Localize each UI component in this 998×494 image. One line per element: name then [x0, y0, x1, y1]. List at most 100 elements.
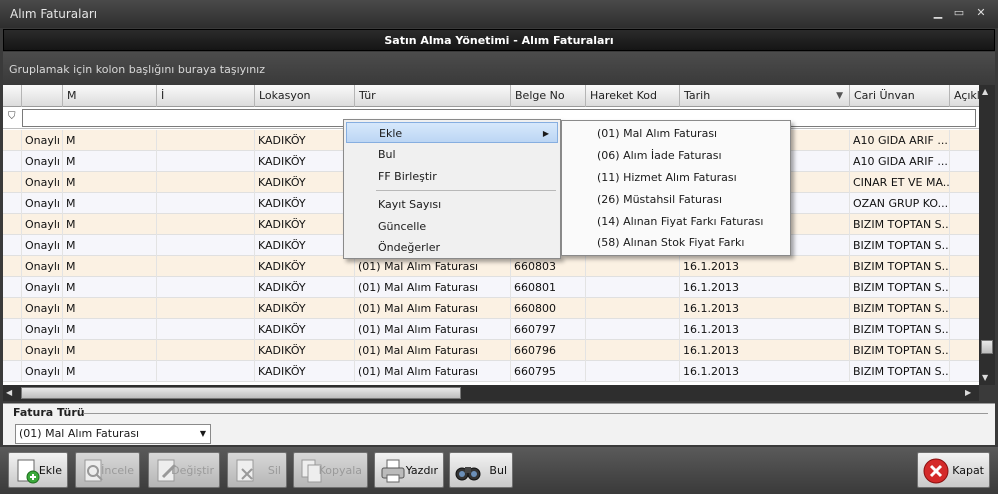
column-header-tarih[interactable]: Tarih ▼: [680, 85, 850, 107]
horizontal-scrollbar[interactable]: ◀ ▶: [3, 385, 979, 401]
cell-lokasyon[interactable]: KADIKÖY: [255, 235, 355, 256]
cell-m[interactable]: M: [63, 193, 157, 214]
cell-cari-unvan[interactable]: BIZIM TOPTAN S...: [850, 298, 950, 319]
cell-cari-unvan[interactable]: BIZIM TOPTAN S...: [850, 256, 950, 277]
cell-cari-unvan[interactable]: BIZIM TOPTAN S...: [850, 319, 950, 340]
cell-m[interactable]: M: [63, 130, 157, 151]
cell-cari-unvan[interactable]: BIZIM TOPTAN S...: [850, 277, 950, 298]
vertical-scroll-thumb[interactable]: [981, 340, 993, 354]
row-indicator[interactable]: [3, 277, 22, 298]
cell-i[interactable]: [157, 361, 255, 382]
row-indicator[interactable]: [3, 319, 22, 340]
cell-tur[interactable]: (01) Mal Alım Faturası: [355, 277, 511, 298]
fatura-turu-select[interactable]: (01) Mal Alım Faturası ▼: [15, 424, 211, 444]
cell-belge-no[interactable]: 660803: [511, 256, 586, 277]
row-indicator[interactable]: [3, 151, 22, 172]
row-indicator[interactable]: [3, 214, 22, 235]
vertical-scrollbar[interactable]: ▲ ▼: [979, 85, 995, 385]
row-indicator[interactable]: [3, 235, 22, 256]
cell-tur[interactable]: (01) Mal Alım Faturası: [355, 361, 511, 382]
submenu-item-stok-fiyat-farki[interactable]: (58) Alınan Stok Fiyat Farkı: [564, 232, 788, 254]
cell-lokasyon[interactable]: KADIKÖY: [255, 151, 355, 172]
cell-m[interactable]: M: [63, 256, 157, 277]
cell-aciklama[interactable]: [950, 214, 979, 235]
degistir-button[interactable]: Değiştir: [148, 452, 220, 488]
menu-item-ff-birlestir[interactable]: FF Birleştir: [346, 166, 558, 187]
cell-i[interactable]: [157, 151, 255, 172]
cell-tur[interactable]: (01) Mal Alım Faturası: [355, 319, 511, 340]
cell-i[interactable]: [157, 172, 255, 193]
cell-lokasyon[interactable]: KADIKÖY: [255, 340, 355, 361]
column-header-hareket-kod[interactable]: Hareket Kod: [586, 85, 680, 107]
cell-lokasyon[interactable]: KADIKÖY: [255, 277, 355, 298]
cell-m[interactable]: M: [63, 277, 157, 298]
cell-lokasyon[interactable]: KADIKÖY: [255, 130, 355, 151]
cell-durum[interactable]: Onaylı: [22, 277, 63, 298]
ekle-button[interactable]: Ekle: [8, 452, 68, 488]
table-row[interactable]: Onaylı M KADIKÖY (01) Mal Alım Faturası 6607…: [3, 319, 979, 340]
column-header-i[interactable]: İ: [157, 85, 255, 107]
cell-belge-no[interactable]: 660800: [511, 298, 586, 319]
maximize-icon[interactable]: ▭: [951, 6, 967, 20]
cell-m[interactable]: M: [63, 214, 157, 235]
cell-lokasyon[interactable]: KADIKÖY: [255, 298, 355, 319]
cell-cari-unvan[interactable]: OZAN GRUP KO...: [850, 193, 950, 214]
cell-aciklama[interactable]: [950, 298, 979, 319]
cell-tarih[interactable]: 16.1.2013: [680, 277, 850, 298]
cell-belge-no[interactable]: 660796: [511, 340, 586, 361]
cell-lokasyon[interactable]: KADIKÖY: [255, 256, 355, 277]
cell-aciklama[interactable]: [950, 193, 979, 214]
kopyala-button[interactable]: Kopyala: [293, 452, 368, 488]
cell-cari-unvan[interactable]: CINAR ET VE MA...: [850, 172, 950, 193]
cell-i[interactable]: [157, 298, 255, 319]
cell-i[interactable]: [157, 256, 255, 277]
cell-cari-unvan[interactable]: BIZIM TOPTAN S...: [850, 214, 950, 235]
cell-durum[interactable]: Onaylı: [22, 193, 63, 214]
cell-i[interactable]: [157, 277, 255, 298]
submenu-item-hizmet-alim[interactable]: (11) Hizmet Alım Faturası: [564, 167, 788, 189]
cell-cari-unvan[interactable]: BIZIM TOPTAN S...: [850, 235, 950, 256]
cell-lokasyon[interactable]: KADIKÖY: [255, 193, 355, 214]
cell-cari-unvan[interactable]: A10 GIDA ARIF ...: [850, 151, 950, 172]
table-row[interactable]: Onaylı M KADIKÖY (01) Mal Alım Faturası 6608…: [3, 277, 979, 298]
group-by-panel[interactable]: Gruplamak için kolon başlığını buraya ta…: [3, 52, 995, 85]
scroll-right-icon[interactable]: ▶: [965, 388, 971, 397]
cell-i[interactable]: [157, 340, 255, 361]
cell-tur[interactable]: (01) Mal Alım Faturası: [355, 340, 511, 361]
cell-aciklama[interactable]: [950, 277, 979, 298]
cell-hareket-kod[interactable]: [586, 340, 680, 361]
cell-durum[interactable]: Onaylı: [22, 172, 63, 193]
menu-item-kayit-sayisi[interactable]: Kayıt Sayısı: [346, 194, 558, 215]
cell-hareket-kod[interactable]: [586, 298, 680, 319]
cell-durum[interactable]: Onaylı: [22, 256, 63, 277]
column-header-tur[interactable]: Tür: [355, 85, 511, 107]
cell-durum[interactable]: Onaylı: [22, 235, 63, 256]
submenu-item-alim-iade[interactable]: (06) Alım İade Faturası: [564, 145, 788, 167]
cell-hareket-kod[interactable]: [586, 319, 680, 340]
scroll-down-icon[interactable]: ▼: [982, 373, 988, 382]
cell-durum[interactable]: Onaylı: [22, 130, 63, 151]
cell-aciklama[interactable]: [950, 172, 979, 193]
table-row[interactable]: Onaylı M KADIKÖY (01) Mal Alım Faturası 6608…: [3, 256, 979, 277]
cell-cari-unvan[interactable]: A10 GIDA ARIF ...: [850, 130, 950, 151]
scroll-left-icon[interactable]: ◀: [6, 388, 12, 397]
cell-aciklama[interactable]: [950, 319, 979, 340]
cell-tarih[interactable]: 16.1.2013: [680, 340, 850, 361]
cell-aciklama[interactable]: [950, 361, 979, 382]
cell-belge-no[interactable]: 660801: [511, 277, 586, 298]
cell-m[interactable]: M: [63, 172, 157, 193]
menu-item-bul[interactable]: Bul: [346, 144, 558, 165]
cell-durum[interactable]: Onaylı: [22, 361, 63, 382]
cell-aciklama[interactable]: [950, 130, 979, 151]
row-indicator[interactable]: [3, 361, 22, 382]
row-indicator[interactable]: [3, 340, 22, 361]
horizontal-scroll-thumb[interactable]: [21, 387, 461, 399]
cell-durum[interactable]: Onaylı: [22, 151, 63, 172]
close-icon[interactable]: ✕: [973, 6, 989, 20]
cell-durum[interactable]: Onaylı: [22, 298, 63, 319]
cell-durum[interactable]: Onaylı: [22, 319, 63, 340]
bul-button[interactable]: Bul: [449, 452, 513, 488]
cell-lokasyon[interactable]: KADIKÖY: [255, 319, 355, 340]
table-row[interactable]: Onaylı M KADIKÖY (01) Mal Alım Faturası 6607…: [3, 340, 979, 361]
row-indicator[interactable]: [3, 298, 22, 319]
